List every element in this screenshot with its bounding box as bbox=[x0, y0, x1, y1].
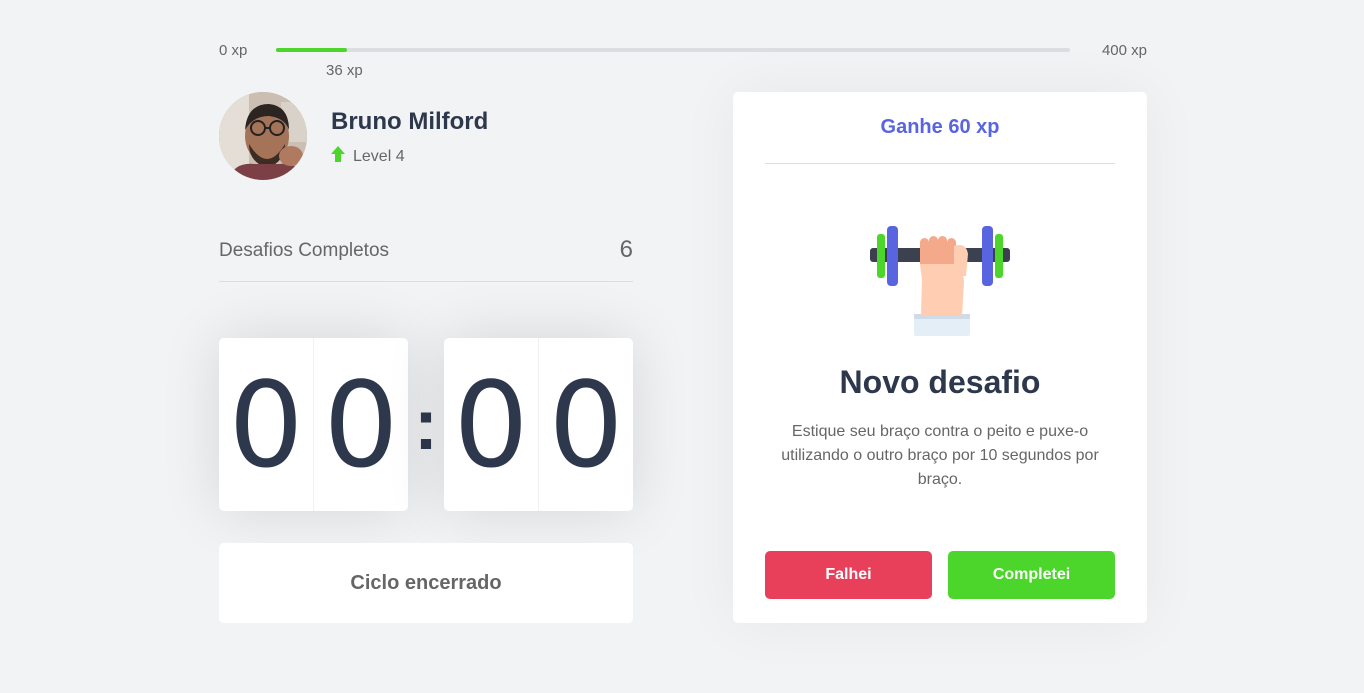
completed-challenges-label: Desafios Completos bbox=[219, 240, 390, 261]
xp-fill bbox=[276, 48, 348, 52]
experience-bar: 0 xp 36 xp 400 xp bbox=[219, 40, 1147, 80]
dumbbell-icon bbox=[868, 224, 1012, 340]
arrow-up-icon bbox=[331, 146, 345, 167]
minute-digit-left: 0 bbox=[228, 355, 304, 494]
challenge-reward: Ganhe 60 xp bbox=[765, 92, 1115, 164]
level: Level 4 bbox=[331, 146, 405, 167]
minute-digit-right: 0 bbox=[313, 338, 408, 511]
countdown: 0 0 : 0 0 bbox=[219, 338, 633, 511]
profile-name: Bruno Milford bbox=[331, 108, 489, 135]
level-label: Level 4 bbox=[353, 147, 405, 165]
countdown-separator: : bbox=[414, 384, 438, 465]
xp-max-label: 400 xp bbox=[1101, 42, 1147, 59]
countdown-seconds: 0 0 bbox=[444, 338, 633, 511]
completed-challenges: Desafios Completos 6 bbox=[219, 232, 633, 282]
challenge-description: Estique seu braço contra o peito e puxe-… bbox=[781, 423, 1099, 488]
complete-button[interactable]: Completei bbox=[948, 551, 1115, 599]
profile: Bruno Milford Level 4 bbox=[219, 92, 633, 182]
challenge-box: Ganhe 60 xp Novo desafio Estique seu bra… bbox=[733, 92, 1147, 623]
xp-current-label: 36 xp bbox=[326, 62, 363, 79]
fail-button[interactable]: Falhei bbox=[765, 551, 932, 599]
second-digit-right: 0 bbox=[538, 338, 633, 511]
challenge-title: Novo desafio bbox=[839, 364, 1041, 400]
cycle-ended-button[interactable]: Ciclo encerrado bbox=[219, 543, 633, 623]
xp-track bbox=[276, 48, 1070, 52]
completed-challenges-count: 6 bbox=[619, 236, 633, 263]
xp-min-label: 0 xp bbox=[219, 42, 248, 59]
second-digit-left: 0 bbox=[453, 355, 529, 494]
avatar bbox=[219, 92, 307, 180]
countdown-minutes: 0 0 bbox=[219, 338, 408, 511]
